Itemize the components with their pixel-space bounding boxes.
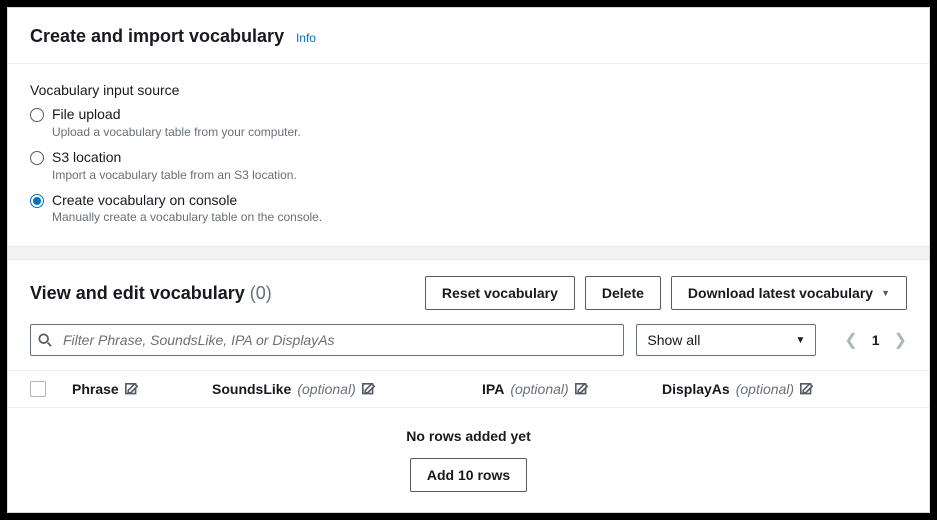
- prev-page-button[interactable]: ❮: [844, 330, 857, 350]
- filter-input[interactable]: [30, 324, 624, 356]
- add-rows-button[interactable]: Add 10 rows: [410, 458, 527, 492]
- pagination: ❮ 1 ❯: [828, 330, 907, 350]
- select-all-checkbox[interactable]: [30, 381, 46, 397]
- edit-icon: [125, 383, 138, 396]
- column-header-phrase[interactable]: Phrase: [72, 381, 212, 397]
- view-edit-title: View and edit vocabulary (0): [30, 283, 272, 304]
- empty-state-message: No rows added yet: [8, 428, 929, 444]
- reset-vocabulary-button[interactable]: Reset vocabulary: [425, 276, 575, 310]
- radio-option-create-on-console[interactable]: Create vocabulary on console Manually cr…: [30, 192, 907, 225]
- edit-icon: [575, 383, 588, 396]
- delete-button[interactable]: Delete: [585, 276, 661, 310]
- edit-icon: [800, 383, 813, 396]
- radio-icon[interactable]: [30, 194, 44, 208]
- radio-label: File upload: [52, 106, 301, 123]
- info-link[interactable]: Info: [296, 31, 316, 45]
- radio-description: Manually create a vocabulary table on th…: [52, 210, 322, 224]
- radio-label: Create vocabulary on console: [52, 192, 322, 209]
- input-source-label: Vocabulary input source: [30, 82, 907, 98]
- radio-description: Import a vocabulary table from an S3 loc…: [52, 168, 297, 182]
- filter-input-wrap: [30, 324, 624, 356]
- caret-down-icon: ▼: [795, 335, 805, 346]
- page-title: Create and import vocabulary: [30, 26, 284, 46]
- radio-icon[interactable]: [30, 108, 44, 122]
- column-header-displayas[interactable]: DisplayAs (optional): [662, 381, 907, 397]
- caret-down-icon: ▼: [881, 283, 890, 303]
- radio-label: S3 location: [52, 149, 297, 166]
- row-count: (0): [250, 283, 272, 303]
- next-page-button[interactable]: ❯: [894, 330, 907, 350]
- radio-option-s3-location[interactable]: S3 location Import a vocabulary table fr…: [30, 149, 907, 182]
- edit-icon: [362, 383, 375, 396]
- filter-select[interactable]: Show all ▼: [636, 324, 816, 356]
- radio-option-file-upload[interactable]: File upload Upload a vocabulary table fr…: [30, 106, 907, 139]
- column-header-soundslike[interactable]: SoundsLike (optional): [212, 381, 482, 397]
- input-source-radio-group: File upload Upload a vocabulary table fr…: [30, 106, 907, 224]
- filter-select-value: Show all: [647, 332, 700, 348]
- search-icon: [38, 333, 52, 347]
- radio-icon[interactable]: [30, 151, 44, 165]
- table-header-row: Phrase SoundsLike (optional) IPA (option…: [8, 370, 929, 408]
- column-header-ipa[interactable]: IPA (optional): [482, 381, 662, 397]
- radio-description: Upload a vocabulary table from your comp…: [52, 125, 301, 139]
- download-vocabulary-button[interactable]: Download latest vocabulary ▼: [671, 276, 907, 310]
- current-page: 1: [872, 332, 880, 348]
- section-gap: [8, 246, 929, 260]
